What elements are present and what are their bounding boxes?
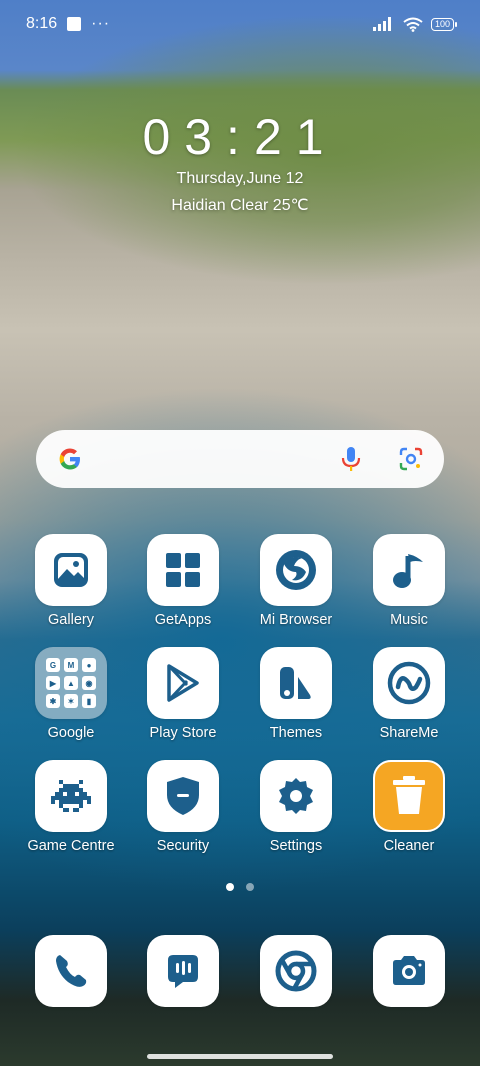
drive-mini-icon: ▲ (64, 676, 78, 690)
home-gesture-bar[interactable] (147, 1054, 333, 1059)
files-mini-icon: ▮ (82, 694, 96, 708)
photos-mini-icon: ✱ (46, 694, 60, 708)
chrome-icon (260, 935, 332, 1007)
google-mini-icon: G (46, 658, 60, 672)
app-settings[interactable]: Settings (240, 760, 352, 854)
getapps-icon (147, 534, 219, 606)
game-icon (35, 760, 107, 832)
battery-icon: 100 (430, 17, 458, 31)
page-dot-2[interactable] (246, 883, 254, 891)
app-security[interactable]: Security (127, 760, 239, 854)
clock-widget[interactable]: 03:21 (0, 108, 480, 166)
app-label: Mi Browser (259, 612, 333, 628)
app-label: Play Store (149, 725, 217, 741)
dock-messages[interactable] (127, 935, 239, 1007)
status-bar: 8:16 ··· 100 (0, 0, 480, 48)
app-label: Gallery (48, 612, 94, 628)
shareme-icon (373, 647, 445, 719)
folder-icon: G M ● ▶ ▲ ◉ ✱ ✶ ▮ (35, 647, 107, 719)
app-label: Themes (269, 725, 323, 741)
lens-icon[interactable] (398, 446, 424, 472)
dock-camera[interactable] (353, 935, 465, 1007)
app-label: Security (156, 838, 210, 854)
app-getapps[interactable]: GetApps (127, 534, 239, 628)
app-game-centre[interactable]: Game Centre (15, 760, 127, 854)
gallery-icon (35, 534, 107, 606)
google-icon (59, 448, 80, 470)
assistant-mini-icon: ✶ (64, 694, 78, 708)
messages-icon (147, 935, 219, 1007)
themes-icon (260, 647, 332, 719)
folder-google[interactable]: G M ● ▶ ▲ ◉ ✱ ✶ ▮ Google (15, 647, 127, 741)
app-cleaner[interactable]: Cleaner (353, 760, 465, 854)
app-label: Google (47, 725, 95, 741)
browser-icon (260, 534, 332, 606)
page-indicator[interactable] (0, 883, 480, 891)
maps-mini-icon: ● (82, 658, 96, 672)
weather-text[interactable]: Haidian Clear 25℃ (0, 195, 480, 215)
app-label: Cleaner (383, 838, 435, 854)
mic-icon[interactable] (340, 446, 362, 472)
app-shareme[interactable]: ShareMe (353, 647, 465, 741)
notification-icon (67, 17, 82, 31)
security-icon (147, 760, 219, 832)
phone-icon (35, 935, 107, 1007)
app-themes[interactable]: Themes (240, 647, 352, 741)
youtube-mini-icon: ▶ (46, 676, 60, 690)
camera-icon (373, 935, 445, 1007)
dock-phone[interactable] (15, 935, 127, 1007)
page-dot-1[interactable] (226, 883, 234, 891)
app-label: Music (390, 612, 428, 628)
dock-chrome[interactable] (240, 935, 352, 1007)
cleaner-icon (373, 760, 445, 832)
music-icon (373, 534, 445, 606)
status-time: 8:16 (26, 15, 58, 32)
app-label: Game Centre (27, 838, 115, 854)
app-music[interactable]: Music (353, 534, 465, 628)
app-label: GetApps (154, 612, 212, 628)
app-mi-browser[interactable]: Mi Browser (240, 534, 352, 628)
google-search-bar[interactable] (36, 430, 444, 488)
date-text: Thursday,June 12 (176, 170, 304, 187)
signal-icon (372, 17, 391, 31)
settings-icon (260, 760, 332, 832)
app-gallery[interactable]: Gallery (15, 534, 127, 628)
app-label: Settings (269, 838, 323, 854)
play-store-icon (147, 647, 219, 719)
more-notifications-icon: ··· (91, 15, 111, 32)
app-label: ShareMe (379, 725, 439, 741)
gmail-mini-icon: M (64, 658, 78, 672)
app-play-store[interactable]: Play Store (127, 647, 239, 741)
wifi-icon (403, 17, 423, 32)
ytmusic-mini-icon: ◉ (82, 676, 96, 690)
